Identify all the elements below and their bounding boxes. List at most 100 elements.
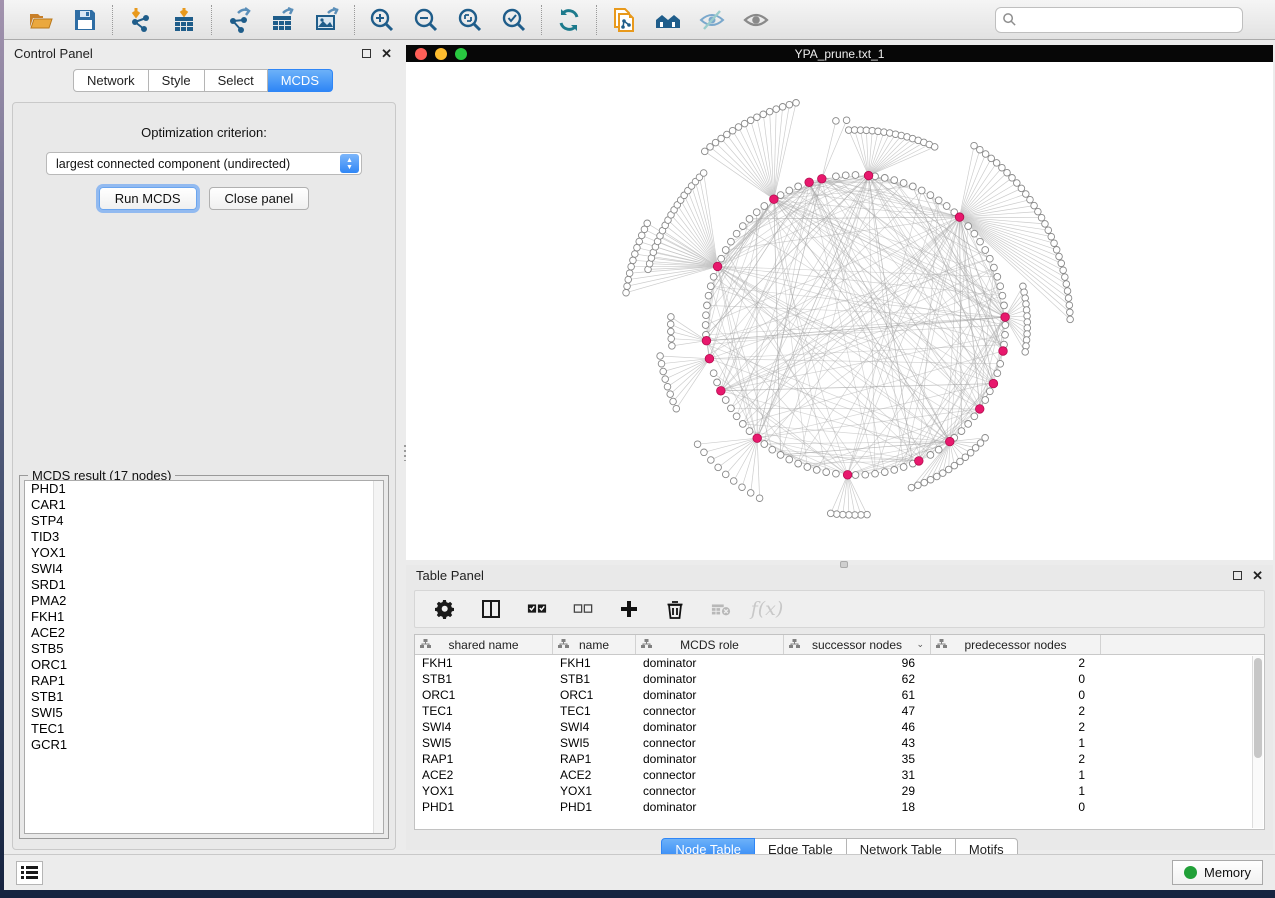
table-cell[interactable]: STB1 [553,671,636,687]
mcds-result-item[interactable]: TEC1 [25,721,383,737]
table-row[interactable]: RAP1RAP1dominator352 [415,751,1264,767]
table-cell[interactable]: 1 [931,783,1101,799]
column-header-predecessor-nodes[interactable]: predecessor nodes [931,635,1101,654]
table-cell[interactable]: connector [636,735,784,751]
table-cell[interactable]: RAP1 [553,751,636,767]
column-header-shared-name[interactable]: shared name [415,635,553,654]
table-options-icon[interactable] [433,597,457,621]
tab-network[interactable]: Network [73,69,149,92]
zoom-fit-icon[interactable] [456,6,484,34]
table-cell[interactable]: 31 [784,767,931,783]
zoom-out-icon[interactable] [412,6,440,34]
hide-selected-icon[interactable] [698,6,726,34]
mcds-result-item[interactable]: GCR1 [25,737,383,753]
table-cell[interactable]: 2 [931,703,1101,719]
table-cell[interactable]: YOX1 [553,783,636,799]
zoom-in-icon[interactable] [368,6,396,34]
table-row[interactable]: TEC1TEC1connector472 [415,703,1264,719]
table-row[interactable]: SWI4SWI4dominator462 [415,719,1264,735]
network-list-button[interactable] [16,861,43,885]
export-network-icon[interactable] [225,6,253,34]
select-all-icon[interactable] [525,597,549,621]
network-window-titlebar[interactable]: YPA_prune.txt_1 [406,45,1273,62]
table-row[interactable]: PHD1PHD1dominator180 [415,799,1264,815]
mcds-result-item[interactable]: TID3 [25,529,383,545]
table-cell[interactable]: 2 [931,719,1101,735]
zoom-selected-icon[interactable] [500,6,528,34]
table-cell[interactable]: PHD1 [415,799,553,815]
sort-indicator-icon[interactable]: ⌄ [916,639,924,650]
table-cell[interactable]: 62 [784,671,931,687]
table-cell[interactable]: 18 [784,799,931,815]
table-cell[interactable]: SWI4 [553,719,636,735]
table-cell[interactable]: connector [636,767,784,783]
table-cell[interactable]: dominator [636,799,784,815]
add-column-icon[interactable] [617,597,641,621]
table-cell[interactable]: 0 [931,671,1101,687]
column-header-MCDS-role[interactable]: MCDS role [636,635,784,654]
table-row[interactable]: ACE2ACE2connector311 [415,767,1264,783]
table-cell[interactable]: 61 [784,687,931,703]
mcds-result-item[interactable]: YOX1 [25,545,383,561]
table-cell[interactable]: STB1 [415,671,553,687]
export-table-icon[interactable] [269,6,297,34]
table-cell[interactable]: ORC1 [553,687,636,703]
table-cell[interactable]: 1 [931,735,1101,751]
table-cell[interactable]: dominator [636,719,784,735]
table-cell[interactable]: 0 [931,687,1101,703]
table-cell[interactable]: FKH1 [415,655,553,671]
criterion-dropdown[interactable]: largest connected component (undirected)… [46,152,362,175]
table-cell[interactable]: dominator [636,655,784,671]
network-canvas[interactable] [406,62,1273,560]
import-table-icon[interactable] [170,6,198,34]
table-cell[interactable]: 96 [784,655,931,671]
table-cell[interactable]: 2 [931,751,1101,767]
table-cell[interactable]: 29 [784,783,931,799]
table-cell[interactable]: TEC1 [553,703,636,719]
table-cell[interactable]: TEC1 [415,703,553,719]
table-cell[interactable]: PHD1 [553,799,636,815]
mcds-result-item[interactable]: RAP1 [25,673,383,689]
mcds-result-item[interactable]: PHD1 [25,481,383,497]
tab-mcds[interactable]: MCDS [268,69,333,92]
mcds-result-list[interactable]: PHD1CAR1STP4TID3YOX1SWI4SRD1PMA2FKH1ACE2… [24,480,384,834]
mcds-result-item[interactable]: SWI4 [25,561,383,577]
first-neighbors-icon[interactable] [654,6,682,34]
table-cell[interactable]: 43 [784,735,931,751]
table-cell[interactable]: SWI5 [415,735,553,751]
export-image-icon[interactable] [313,6,341,34]
open-icon[interactable] [27,6,55,34]
mcds-result-item[interactable]: CAR1 [25,497,383,513]
duplicate-network-icon[interactable] [610,6,638,34]
memory-button[interactable]: Memory [1172,860,1263,885]
float-panel-icon[interactable] [362,49,371,58]
mcds-result-item[interactable]: STB1 [25,689,383,705]
table-row[interactable]: ORC1ORC1dominator610 [415,687,1264,703]
close-table-panel-icon[interactable]: ✕ [1252,571,1263,580]
show-all-icon[interactable] [742,6,770,34]
table-panel-grab-handle[interactable] [840,561,848,568]
deselect-all-icon[interactable] [571,597,595,621]
table-cell[interactable]: 2 [931,655,1101,671]
column-header-name[interactable]: name [553,635,636,654]
table-cell[interactable]: YOX1 [415,783,553,799]
table-row[interactable]: STB1STB1dominator620 [415,671,1264,687]
list-scrollbar[interactable] [373,481,383,833]
table-cell[interactable]: 1 [931,767,1101,783]
column-header-successor-nodes[interactable]: successor nodes⌄ [784,635,931,654]
mcds-result-item[interactable]: PMA2 [25,593,383,609]
table-cell[interactable]: 35 [784,751,931,767]
mcds-result-item[interactable]: SRD1 [25,577,383,593]
table-cell[interactable]: ACE2 [415,767,553,783]
table-cell[interactable]: 47 [784,703,931,719]
refresh-icon[interactable] [555,6,583,34]
table-row[interactable]: FKH1FKH1dominator962 [415,655,1264,671]
column-visibility-icon[interactable] [479,597,503,621]
table-cell[interactable]: connector [636,703,784,719]
search-input[interactable] [995,7,1243,33]
mcds-result-item[interactable]: STP4 [25,513,383,529]
close-panel-icon[interactable]: ✕ [381,49,392,58]
table-cell[interactable]: FKH1 [553,655,636,671]
mcds-result-item[interactable]: FKH1 [25,609,383,625]
table-cell[interactable]: dominator [636,687,784,703]
